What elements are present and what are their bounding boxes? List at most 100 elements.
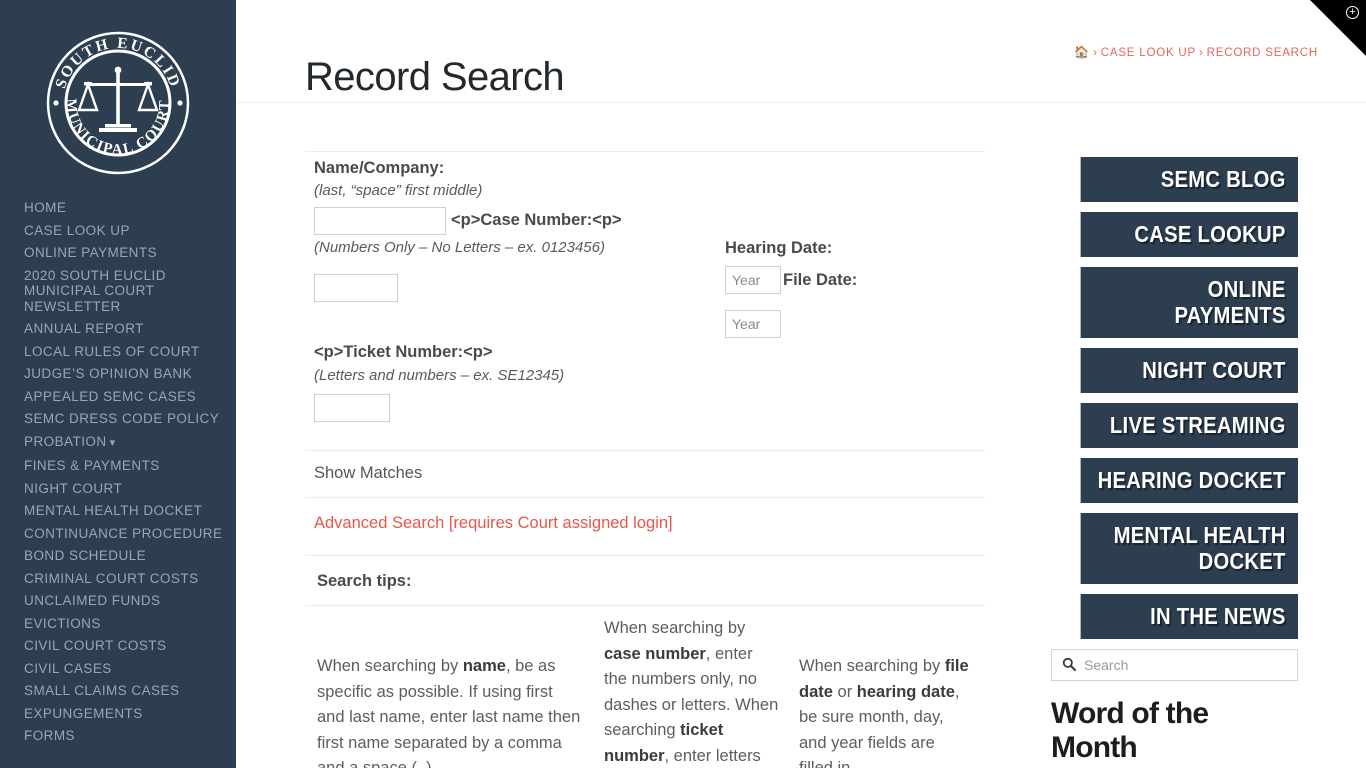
- sidebar-item-annual-report[interactable]: ANNUAL REPORT: [24, 321, 224, 337]
- sidebar-item-local-rules-of-court[interactable]: LOCAL RULES OF COURT: [24, 344, 224, 360]
- search-tip-case-number: When searching by case number, enter the…: [604, 619, 779, 765]
- breadcrumb-item-record-search[interactable]: RECORD SEARCH: [1207, 47, 1318, 59]
- search-tip-name: When searching by name, be as specific a…: [317, 657, 581, 768]
- promo-button-case-lookup[interactable]: CASE LOOKUP: [1080, 212, 1298, 257]
- name-company-label: Name/Company:: [314, 159, 445, 177]
- sidebar-item-semc-dress-code-policy[interactable]: SEMC DRESS CODE POLICY: [24, 411, 224, 427]
- sidebar-item-label: LOCAL RULES OF COURT: [24, 343, 200, 359]
- sidebar-item-label: SEMC DRESS CODE POLICY: [24, 411, 220, 426]
- sidebar-item-online-payments[interactable]: ONLINE PAYMENTS: [24, 245, 224, 261]
- sidebar-item-label: CIVIL CASES: [24, 660, 112, 676]
- record-search-form: Name/Company: (last, “space” first middl…: [305, 151, 985, 768]
- breadcrumb-item-case-look-up[interactable]: CASE LOOK UP: [1101, 47, 1196, 59]
- sidebar-item-label: CRIMINAL COURT COSTS: [24, 570, 199, 586]
- promo-button-semc-blog[interactable]: SEMC BLOG: [1080, 157, 1298, 202]
- sidebar-item-label: UNCLAIMED FUNDS: [24, 593, 161, 608]
- sidebar-item-case-look-up[interactable]: CASE LOOK UP: [24, 223, 224, 239]
- sidebar-item-newsletter[interactable]: 2020 SOUTH EUCLID MUNICIPAL COURT NEWSLE…: [24, 268, 224, 315]
- sidebar-item-fines-and-payments[interactable]: FINES & PAYMENTS: [24, 458, 224, 474]
- hearing-date-label: Hearing Date:: [725, 239, 833, 257]
- sidebar-item-label: APPEALED SEMC CASES: [24, 388, 197, 404]
- chevron-down-icon: ▾​: [106, 436, 116, 449]
- sidebar-item-label: PROBATION: [24, 433, 107, 449]
- sidebar-item-continuance-procedure[interactable]: CONTINUANCE PROCEDURE: [24, 526, 224, 542]
- search-tips-title: Search tips:: [317, 572, 412, 590]
- show-matches-row[interactable]: Show Matches: [305, 450, 985, 498]
- ticket-number-label: <p>Ticket Number:<p>: [314, 343, 493, 361]
- file-date-label: File Date:: [783, 271, 858, 289]
- promo-button-online-payments[interactable]: ONLINE PAYMENTS: [1080, 267, 1298, 338]
- sidebar-item-probation[interactable]: PROBATION ▾​: [24, 434, 224, 452]
- search-icon-svg: [1062, 657, 1076, 671]
- left-sidebar: SOUTH EUCLID MUNICIPAL COURT HOME CASE L…: [0, 0, 236, 768]
- sidebar-item-label: FORMS: [24, 728, 75, 743]
- name-company-hint: (last, “space” first middle): [314, 182, 483, 199]
- sidebar-item-criminal-court-costs[interactable]: CRIMINAL COURT COSTS: [24, 571, 224, 587]
- hearing-date-year-input[interactable]: [725, 266, 781, 294]
- sidebar-item-small-claims-cases[interactable]: SMALL CLAIMS CASES: [24, 683, 224, 699]
- sidebar-item-label: JUDGE’S OPINION BANK: [24, 366, 193, 381]
- page-title: Record Search: [305, 54, 565, 99]
- search-tip-dates: When searching by file date or hearing d…: [799, 657, 969, 768]
- sidebar-item-label: 2020 SOUTH EUCLID MUNICIPAL COURT NEWSLE…: [24, 267, 166, 314]
- sidebar-search-input[interactable]: [1082, 650, 1292, 680]
- promo-button-mental-health-docket[interactable]: MENTAL HEALTH DOCKET: [1080, 513, 1298, 584]
- breadcrumb-separator: ›: [1093, 47, 1098, 59]
- home-icon[interactable]: 🏠: [1074, 45, 1090, 59]
- sidebar-item-label: ONLINE PAYMENTS: [24, 245, 158, 260]
- file-date-year-input[interactable]: [725, 310, 781, 338]
- sidebar-item-mental-health-docket[interactable]: MENTAL HEALTH DOCKET: [24, 503, 224, 519]
- sidebar-item-expungements[interactable]: EXPUNGEMENTS: [24, 706, 224, 722]
- search-fields-grid: Name/Company: (last, “space” first middl…: [305, 152, 985, 450]
- sidebar-item-unclaimed-funds[interactable]: UNCLAIMED FUNDS: [24, 593, 224, 609]
- sidebar-item-label: CASE LOOK UP: [24, 222, 130, 238]
- court-seal-logo[interactable]: SOUTH EUCLID MUNICIPAL COURT: [43, 28, 193, 178]
- search-tips-header: Search tips:: [305, 556, 985, 606]
- sidebar-item-night-court[interactable]: NIGHT COURT: [24, 481, 224, 497]
- sidebar-item-label: NIGHT COURT: [24, 480, 123, 496]
- case-number-hint: (Numbers Only – No Letters – ex. 0123456…: [314, 239, 605, 256]
- sidebar-item-civil-court-costs[interactable]: CIVIL COURT COSTS: [24, 638, 224, 654]
- sidebar-item-label: FINES & PAYMENTS: [24, 458, 160, 473]
- sidebar-item-label: CONTINUANCE PROCEDURE: [24, 525, 223, 541]
- breadcrumb: 🏠 › CASE LOOK UP › RECORD SEARCH: [1074, 45, 1318, 59]
- sidebar-item-label: CIVIL COURT COSTS: [24, 638, 167, 653]
- name-company-input[interactable]: [314, 207, 446, 235]
- sidebar-item-label: BOND SCHEDULE: [24, 548, 147, 563]
- search-icon: [1062, 657, 1076, 671]
- word-of-the-month-title: Word of the Month: [1051, 697, 1209, 764]
- promo-button-hearing-docket[interactable]: HEARING DOCKET: [1080, 458, 1298, 503]
- sidebar-item-label: EXPUNGEMENTS: [24, 705, 143, 721]
- sidebar-item-label: ANNUAL REPORT: [24, 321, 144, 336]
- plus-icon[interactable]: +: [1346, 6, 1359, 19]
- case-number-label: <p>Case Number:<p>: [451, 211, 622, 229]
- corner-expand-ribbon[interactable]: +: [1310, 0, 1366, 56]
- show-matches-label[interactable]: Show Matches: [314, 464, 422, 482]
- right-sidebar: SEMC BLOG CASE LOOKUP ONLINE PAYMENTS NI…: [1051, 157, 1298, 765]
- page-header: Record Search 🏠 › CASE LOOK UP › RECORD SEAR…: [236, 0, 1366, 103]
- sidebar-item-label: HOME: [24, 200, 67, 215]
- court-seal-svg: SOUTH EUCLID MUNICIPAL COURT: [46, 31, 190, 175]
- sidebar-item-label: SMALL CLAIMS CASES: [24, 683, 180, 698]
- advanced-search-link[interactable]: Advanced Search [requires Court assigned…: [314, 514, 673, 532]
- ticket-number-input[interactable]: [314, 394, 390, 422]
- sidebar-item-label: EVICTIONS: [24, 615, 101, 631]
- advanced-search-row: Advanced Search [requires Court assigned…: [305, 498, 985, 556]
- sidebar-item-civil-cases[interactable]: CIVIL CASES: [24, 661, 224, 677]
- case-number-input[interactable]: [314, 274, 398, 302]
- sidebar-item-label: MENTAL HEALTH DOCKET: [24, 503, 203, 518]
- promo-button-night-court[interactable]: NIGHT COURT: [1080, 348, 1298, 393]
- promo-button-live-streaming[interactable]: LIVE STREAMING: [1080, 403, 1298, 448]
- main-navigation: HOME CASE LOOK UP ONLINE PAYMENTS 2020 S…: [0, 200, 236, 744]
- sidebar-item-home[interactable]: HOME: [24, 200, 224, 216]
- breadcrumb-separator: ›: [1199, 47, 1204, 59]
- promo-button-in-the-news[interactable]: IN THE NEWS: [1080, 594, 1298, 639]
- sidebar-item-forms[interactable]: FORMS: [24, 728, 224, 744]
- search-tips-columns: When searching by name, be as specific a…: [305, 606, 985, 768]
- sidebar-item-evictions[interactable]: EVICTIONS: [24, 616, 224, 632]
- ticket-number-hint: (Letters and numbers – ex. SE12345): [314, 367, 565, 384]
- sidebar-item-appealed-semc-cases[interactable]: APPEALED SEMC CASES: [24, 389, 224, 405]
- sidebar-search-box: [1051, 649, 1298, 681]
- sidebar-item-bond-schedule[interactable]: BOND SCHEDULE: [24, 548, 224, 564]
- sidebar-item-judges-opinion-bank[interactable]: JUDGE’S OPINION BANK: [24, 366, 224, 382]
